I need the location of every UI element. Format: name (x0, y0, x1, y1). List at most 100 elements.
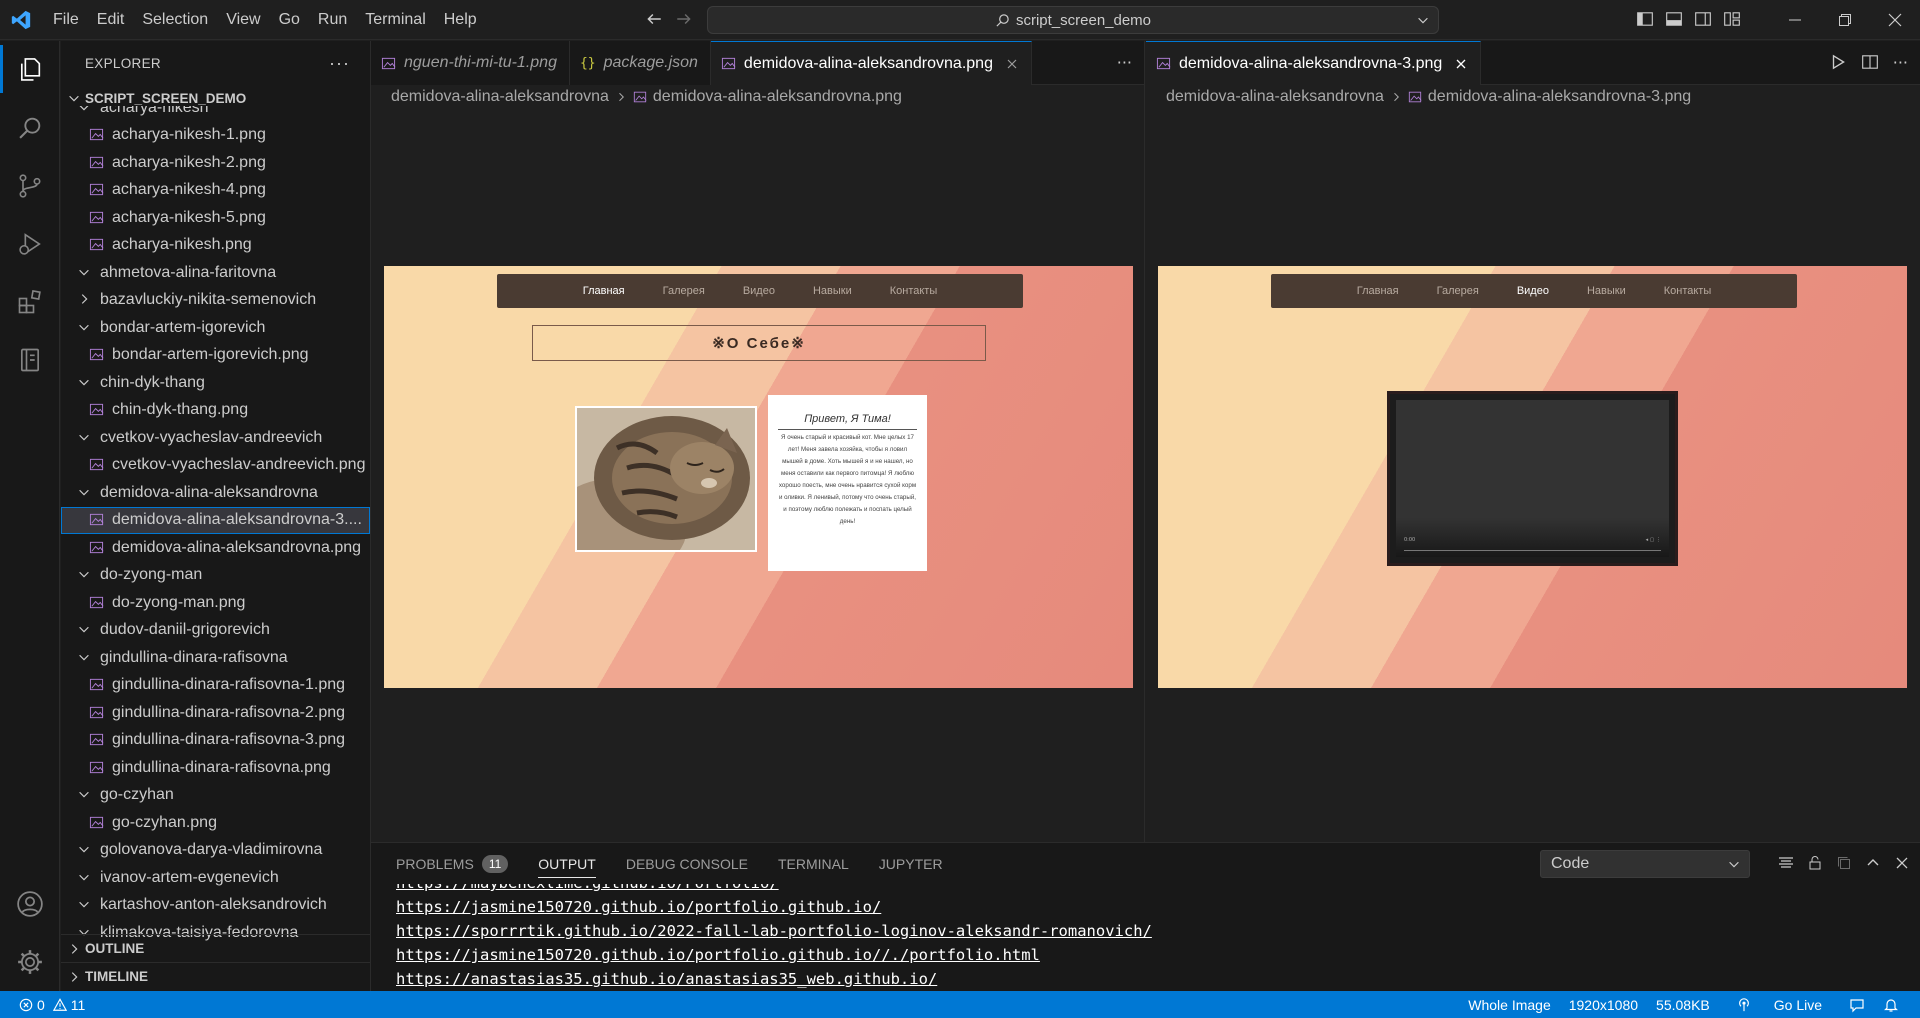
forward-arrow-icon[interactable] (675, 10, 693, 28)
extensions-icon[interactable] (0, 273, 60, 331)
chevron-up-icon[interactable] (1865, 855, 1881, 871)
chevron-down-icon (77, 485, 93, 501)
explorer-icon[interactable] (0, 41, 60, 99)
close-window-icon[interactable] (1870, 0, 1920, 40)
toggle-secondary-sidebar-icon[interactable] (1694, 10, 1712, 28)
breadcrumb-folder[interactable]: demidova-alina-aleksandrovna (1166, 88, 1384, 106)
file-tree-folder[interactable]: bazavluckiy-nikita-semenovich (61, 287, 370, 315)
tab-label: package.json (603, 54, 698, 71)
file-tree-file[interactable]: acharya-nikesh-5.png (61, 204, 370, 232)
tab-demidova-image[interactable]: demidova-alina-aleksandrovna.png (710, 41, 1032, 85)
restore-icon[interactable] (1820, 0, 1870, 40)
tab-demidova-3-image[interactable]: demidova-alina-aleksandrovna-3.png (1146, 41, 1482, 85)
close-panel-icon[interactable] (1894, 855, 1910, 871)
more-actions-icon[interactable]: ··· (329, 53, 350, 74)
run-debug-icon[interactable] (0, 215, 60, 273)
file-tree-file[interactable]: acharya-nikesh.png (61, 232, 370, 260)
file-tree-folder[interactable]: demidova-alina-aleksandrovna (61, 479, 370, 507)
file-tree-file[interactable]: bondar-artem-igorevich.png (61, 342, 370, 370)
file-tree-folder[interactable]: kartashov-anton-aleksandrovich (61, 892, 370, 920)
output-link[interactable]: https://sporrrtik.github.io/2022-fall-la… (396, 919, 1896, 943)
menu-view[interactable]: View (217, 11, 269, 29)
file-tree-file[interactable]: chin-dyk-thang.png (61, 397, 370, 425)
file-tree-folder[interactable]: gindullina-dinara-rafisovna (61, 644, 370, 672)
cat-photo (575, 406, 757, 552)
chevron-down-icon[interactable] (1416, 13, 1430, 27)
tab-package-json[interactable]: {} package.json (569, 41, 711, 85)
file-tree-folder[interactable]: do-zyong-man (61, 562, 370, 590)
file-tree-folder[interactable]: acharya-nikesh (61, 106, 370, 122)
source-control-icon[interactable] (0, 157, 60, 215)
file-tree-file[interactable]: demidova-alina-aleksandrovna-3.... (61, 506, 370, 534)
menu-run[interactable]: Run (309, 11, 356, 29)
timeline-section-header[interactable]: TIMELINE (61, 962, 370, 990)
tab-output[interactable]: OUTPUT (538, 843, 596, 884)
minimize-icon[interactable] (1770, 0, 1820, 40)
close-icon[interactable] (1454, 57, 1468, 71)
run-icon[interactable] (1829, 53, 1847, 72)
go-live-button[interactable]: Go Live (1719, 997, 1840, 1013)
tab-problems[interactable]: PROBLEMS 11 (396, 843, 509, 884)
command-center-search[interactable]: script_screen_demo (707, 6, 1439, 34)
file-tree-file[interactable]: acharya-nikesh-1.png (61, 122, 370, 150)
more-actions-icon[interactable]: ··· (1893, 53, 1908, 72)
tab-nguen-image[interactable]: nguen-thi-mi-tu-1.png (371, 41, 570, 85)
manage-gear-icon[interactable] (0, 933, 60, 991)
file-tree-file[interactable]: gindullina-dinara-rafisovna-3.png (61, 727, 370, 755)
split-editor-icon[interactable] (1861, 53, 1879, 72)
tab-jupyter[interactable]: JUPYTER (879, 843, 943, 884)
folder-name: cvetkov-vyacheslav-andreevich (100, 428, 323, 446)
accounts-icon[interactable] (0, 875, 60, 933)
breadcrumb-file[interactable]: demidova-alina-aleksandrovna.png (653, 88, 902, 106)
menu-selection[interactable]: Selection (133, 11, 217, 29)
file-tree-folder[interactable]: chin-dyk-thang (61, 369, 370, 397)
output-link[interactable]: https://jasmine150720.github.io/portfoli… (396, 895, 1896, 919)
menu-edit[interactable]: Edit (88, 11, 134, 29)
output-link[interactable]: https://maybenexlime.github.io/Portfolio… (396, 884, 1896, 895)
file-tree-folder[interactable]: golovanova-darya-vladimirovna (61, 837, 370, 865)
tab-terminal[interactable]: TERMINAL (778, 843, 849, 884)
output-link[interactable]: https://anastasias35.github.io/anastasia… (396, 967, 1896, 991)
filter-lines-icon[interactable] (1778, 855, 1794, 871)
toggle-primary-sidebar-icon[interactable] (1636, 10, 1654, 28)
video-player: 0:00 ◂ ▢ ⋮ (1387, 391, 1678, 566)
menu-go[interactable]: Go (270, 11, 309, 29)
zoom-status[interactable]: Whole Image (1459, 997, 1559, 1013)
breadcrumb-folder[interactable]: demidova-alina-aleksandrovna (391, 88, 609, 106)
notebook-icon[interactable] (0, 331, 60, 389)
output-link[interactable]: https://jasmine150720.github.io/portfoli… (396, 943, 1896, 967)
file-tree-folder[interactable]: ahmetova-alina-faritovna (61, 259, 370, 287)
menu-help[interactable]: Help (435, 11, 486, 29)
file-tree-folder[interactable]: cvetkov-vyacheslav-andreevich (61, 424, 370, 452)
file-tree-file[interactable]: acharya-nikesh-4.png (61, 177, 370, 205)
file-tree-file[interactable]: go-czyhan.png (61, 809, 370, 837)
back-arrow-icon[interactable] (645, 10, 663, 28)
notifications-bell-icon[interactable] (1874, 997, 1908, 1013)
file-tree-folder[interactable]: bondar-artem-igorevich (61, 314, 370, 342)
outline-section-header[interactable]: OUTLINE (61, 934, 370, 962)
problems-status[interactable]: 0 11 (19, 997, 85, 1013)
output-channel-select[interactable]: Code (1540, 850, 1750, 878)
breadcrumb-file[interactable]: demidova-alina-aleksandrovna-3.png (1428, 88, 1691, 106)
menu-terminal[interactable]: Terminal (356, 11, 434, 29)
file-tree-folder[interactable]: ivanov-artem-evgenevich (61, 864, 370, 892)
lock-icon[interactable] (1807, 855, 1823, 871)
file-tree-file[interactable]: demidova-alina-aleksandrovna.png (61, 534, 370, 562)
file-tree-file[interactable]: acharya-nikesh-2.png (61, 149, 370, 177)
close-icon[interactable] (1005, 57, 1019, 71)
menu-file[interactable]: File (44, 11, 88, 29)
customize-layout-icon[interactable] (1723, 10, 1741, 28)
file-tree-folder[interactable]: go-czyhan (61, 782, 370, 810)
more-actions-icon[interactable]: ··· (1117, 53, 1132, 72)
file-tree-file[interactable]: gindullina-dinara-rafisovna-1.png (61, 672, 370, 700)
copy-icon[interactable] (1836, 855, 1852, 871)
file-tree-file[interactable]: gindullina-dinara-rafisovna.png (61, 754, 370, 782)
tab-debug-console[interactable]: DEBUG CONSOLE (626, 843, 748, 884)
file-tree-file[interactable]: gindullina-dinara-rafisovna-2.png (61, 699, 370, 727)
feedback-icon[interactable] (1840, 997, 1874, 1013)
file-tree-folder[interactable]: dudov-daniil-grigorevich (61, 617, 370, 645)
search-icon[interactable] (0, 99, 60, 157)
toggle-panel-icon[interactable] (1665, 10, 1683, 28)
file-tree-file[interactable]: do-zyong-man.png (61, 589, 370, 617)
file-tree-file[interactable]: cvetkov-vyacheslav-andreevich.png (61, 452, 370, 480)
